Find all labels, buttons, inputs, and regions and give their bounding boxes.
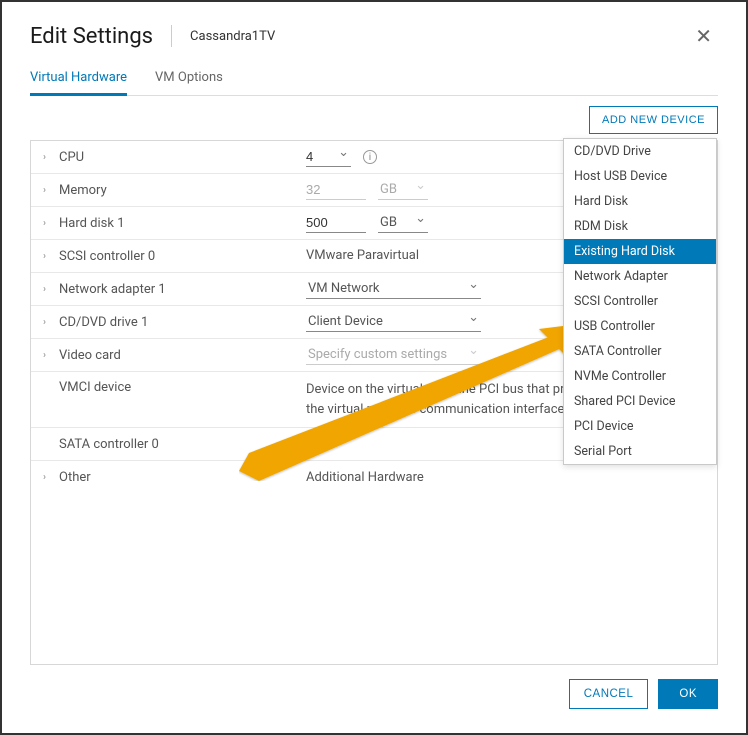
device-menu-item[interactable]: Hard Disk [564,189,716,214]
other-value: Additional Hardware [306,468,454,488]
ok-button[interactable]: OK [658,679,718,709]
hard-disk-unit-select[interactable]: GB [378,213,428,233]
label-cddvd-1: CD/DVD drive 1 [59,315,148,330]
label-other: Other [59,470,91,485]
add-device-menu[interactable]: CD/DVD DriveHost USB DeviceHard DiskRDM … [563,138,717,465]
sata-0-value: AHCI [306,434,366,454]
label-vmci: VMCI device [59,380,131,395]
device-menu-item[interactable]: USB Controller [564,314,716,339]
scsi-0-value: VMware Paravirtual [306,246,449,266]
label-network-1: Network adapter 1 [59,282,166,297]
cancel-button[interactable]: CANCEL [569,679,649,709]
edit-settings-dialog: Edit Settings Cassandra1TV ✕ Virtual Har… [2,2,746,733]
toolbar: ADD NEW DEVICE [30,106,718,134]
chevron-right-icon[interactable]: › [43,317,51,328]
device-menu-item[interactable]: RDM Disk [564,214,716,239]
chevron-right-icon[interactable]: › [43,284,51,295]
device-menu-item[interactable]: Host USB Device [564,164,716,189]
chevron-right-icon[interactable]: › [43,218,51,229]
vm-name: Cassandra1TV [190,29,275,44]
device-menu-item[interactable]: PCI Device [564,414,716,439]
info-icon[interactable]: i [363,150,377,164]
memory-unit-select[interactable]: GB [378,180,428,200]
dialog-title: Edit Settings [30,24,153,49]
chevron-right-icon[interactable]: › [43,251,51,262]
device-menu-item[interactable]: Existing Hard Disk [564,239,716,264]
label-scsi-0: SCSI controller 0 [59,249,155,264]
cpu-count-select[interactable] [306,147,351,167]
device-menu-item[interactable]: Serial Port [564,439,716,464]
label-memory: Memory [59,183,107,198]
memory-value-input[interactable] [306,180,366,200]
device-menu-item[interactable]: CD/DVD Drive [564,139,716,164]
close-icon[interactable]: ✕ [689,22,718,50]
dialog-footer: CANCEL OK [30,665,718,713]
device-menu-item[interactable]: Network Adapter [564,264,716,289]
tab-virtual-hardware[interactable]: Virtual Hardware [30,64,127,96]
divider [171,25,172,47]
device-menu-item[interactable]: NVMe Controller [564,364,716,389]
label-cpu: CPU [59,150,84,165]
device-menu-item[interactable]: SATA Controller [564,339,716,364]
row-other: › Other Additional Hardware [31,461,717,494]
device-menu-item[interactable]: SCSI Controller [564,289,716,314]
chevron-right-icon[interactable]: › [43,185,51,196]
chevron-right-icon[interactable]: › [43,350,51,361]
label-sata-0: SATA controller 0 [59,437,159,452]
network-select[interactable]: VM Network [306,279,481,299]
video-settings-select[interactable]: Specify custom settings [306,345,481,365]
tab-vm-options[interactable]: VM Options [155,64,223,95]
label-video-card: Video card [59,348,121,363]
cddvd-select[interactable]: Client Device [306,312,481,332]
tabs: Virtual Hardware VM Options [30,64,718,96]
label-hard-disk-1: Hard disk 1 [59,216,125,231]
chevron-right-icon[interactable]: › [43,152,51,163]
dialog-header: Edit Settings Cassandra1TV ✕ [30,22,718,50]
hard-disk-size-input[interactable] [306,213,366,233]
chevron-right-icon[interactable]: › [43,472,51,483]
device-menu-item[interactable]: Shared PCI Device [564,389,716,414]
hardware-panel: CD/DVD DriveHost USB DeviceHard DiskRDM … [30,140,718,665]
add-new-device-button[interactable]: ADD NEW DEVICE [589,106,718,134]
